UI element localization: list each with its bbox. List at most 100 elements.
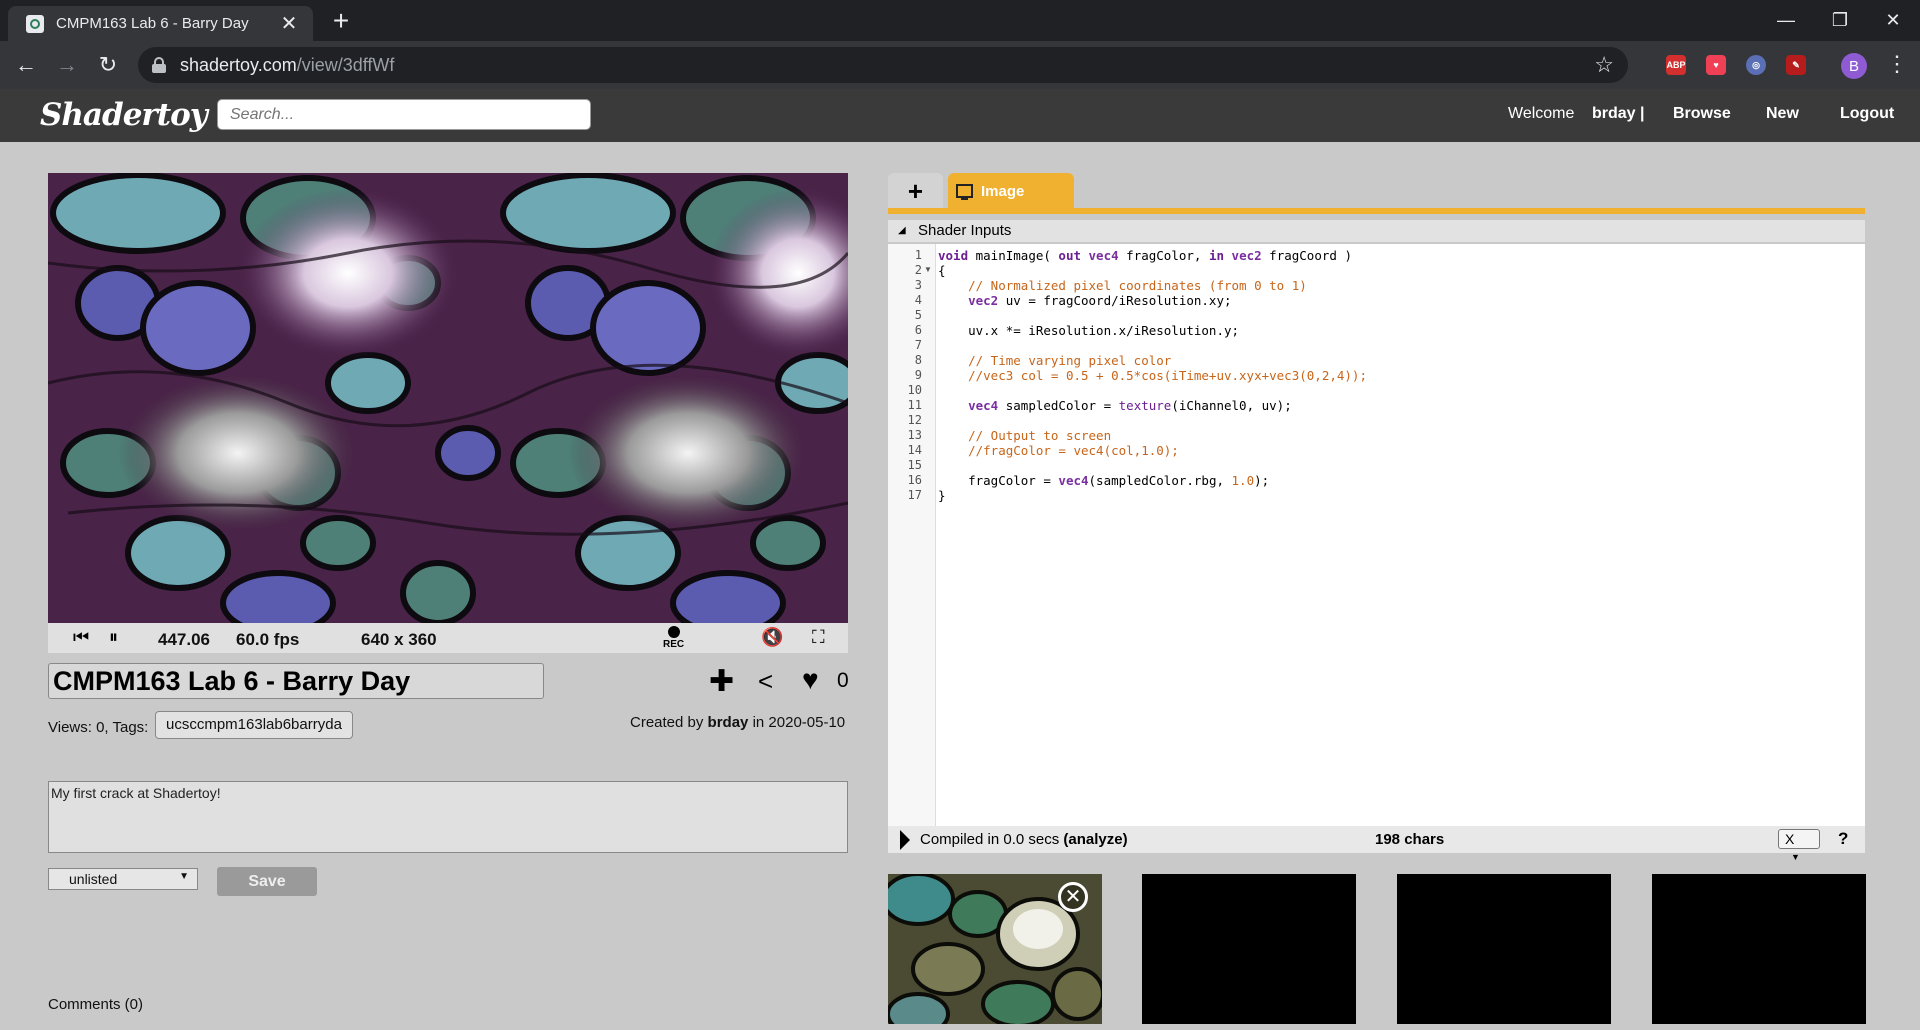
restore-icon[interactable]: ❐: [1813, 0, 1867, 41]
url-host: shadertoy.com: [180, 54, 297, 75]
add-tab-button[interactable]: +: [888, 173, 943, 209]
line-number: 11: [907, 398, 922, 412]
forward-icon[interactable]: →: [51, 49, 83, 81]
line-number: 15: [907, 458, 922, 472]
line-number: 13: [907, 428, 922, 442]
player-controls: ⏮ ⏸ 447.06 60.0 fps 640 x 360 REC 🔇 ⛶: [48, 623, 848, 653]
fullscreen-icon[interactable]: ⛶: [812, 627, 825, 648]
line-number: 14: [907, 443, 922, 457]
shader-title-input[interactable]: CMPM163 Lab 6 - Barry Day: [48, 663, 544, 699]
line-number: 1: [914, 248, 922, 262]
record-icon[interactable]: [668, 626, 680, 638]
pause-icon[interactable]: ⏸: [109, 627, 118, 648]
main-content: ⏮ ⏸ 447.06 60.0 fps 640 x 360 REC 🔇 ⛶ CM…: [0, 142, 1920, 1030]
pocket-icon[interactable]: ♥: [1706, 55, 1726, 75]
shader-inputs-toggle[interactable]: ◢ Shader Inputs: [888, 220, 1865, 242]
line-number: 6: [914, 323, 922, 337]
shadertoy-logo[interactable]: Shadertoy: [40, 97, 208, 133]
created-date: in 2020-05-10: [752, 714, 846, 731]
pdf-icon[interactable]: ✎: [1786, 55, 1806, 75]
line-number: 10: [907, 383, 922, 397]
line-number: 3: [914, 278, 922, 292]
line-number: 7: [914, 338, 922, 352]
site-header: Shadertoy Welcome brday | Browse New Log…: [0, 89, 1920, 142]
tab-image-label: Image: [981, 182, 1025, 200]
volume-icon[interactable]: 🔇: [761, 627, 783, 648]
new-link[interactable]: New: [1766, 105, 1799, 123]
bookmark-star-icon[interactable]: ☆: [1594, 52, 1614, 78]
browser-tab[interactable]: CMPM163 Lab 6 - Barry Day ✕: [8, 6, 313, 41]
new-tab-icon[interactable]: +: [326, 5, 356, 37]
compile-play-icon[interactable]: [900, 830, 910, 850]
channel-slot-0[interactable]: ✕: [888, 874, 1102, 1024]
line-number: 5: [914, 308, 922, 322]
chevron-down-icon: ▼: [1791, 852, 1800, 862]
browse-link[interactable]: Browse: [1673, 105, 1731, 123]
time-readout: 447.06: [158, 630, 210, 649]
add-to-playlist-icon[interactable]: ✚: [709, 664, 734, 699]
comments-label: Comments (0): [48, 996, 144, 1013]
char-count: 198 chars: [1375, 831, 1445, 848]
fps-readout: 60.0 fps: [236, 630, 300, 649]
browser-tabstrip: CMPM163 Lab 6 - Barry Day ✕ + — ❐ ✕: [0, 0, 1920, 41]
editor-options-value: X: [1785, 831, 1795, 847]
line-number: 16: [907, 473, 922, 487]
like-count: 0: [837, 669, 849, 692]
monitor-icon: [956, 184, 973, 200]
tab-image[interactable]: Image: [948, 173, 1074, 209]
shader-render-image: [48, 173, 848, 623]
lock-icon: [152, 57, 166, 73]
views-label: Views: 0, Tags:: [48, 719, 149, 736]
url-text[interactable]: shadertoy.com/view/3dffWf: [180, 55, 394, 76]
save-button[interactable]: Save: [217, 867, 317, 896]
compile-time: Compiled in 0.0 secs: [920, 831, 1060, 848]
created-user-link[interactable]: brday: [708, 714, 749, 731]
description-textarea[interactable]: My first crack at Shadertoy!: [48, 781, 848, 853]
remove-channel-icon[interactable]: ✕: [1058, 882, 1088, 912]
browser-menu-icon[interactable]: ⋮: [1886, 51, 1908, 77]
code-editor[interactable]: 1 2 3 4 5 6 7 8 9 10 11 12 13 14 15 16 1…: [888, 244, 1865, 826]
channel-slot-1[interactable]: [1142, 874, 1356, 1024]
tab-title: CMPM163 Lab 6 - Barry Day: [56, 15, 249, 32]
editor-tabs: + Image: [888, 173, 1866, 212]
user-link[interactable]: brday |: [1592, 105, 1645, 123]
logout-link[interactable]: Logout: [1840, 105, 1894, 123]
minimize-icon[interactable]: —: [1759, 0, 1813, 41]
channel-slot-2[interactable]: [1397, 874, 1611, 1024]
close-tab-icon[interactable]: ✕: [277, 11, 301, 36]
shader-canvas[interactable]: [48, 173, 848, 623]
url-path: /view/3dffWf: [296, 54, 395, 75]
line-number: 17: [907, 488, 922, 502]
address-bar: ← → ↻ shadertoy.com/view/3dffWf ☆ ABP ♥ …: [0, 41, 1920, 89]
shadertoy-favicon-icon: [26, 14, 44, 33]
line-number: 4: [914, 293, 922, 307]
rewind-icon[interactable]: ⏮: [73, 627, 89, 648]
compile-status: Compiled in 0.0 secs (analyze): [920, 831, 1128, 848]
extension-icon[interactable]: ◎: [1746, 55, 1766, 75]
channel-slot-3[interactable]: [1652, 874, 1866, 1024]
share-icon[interactable]: <: [758, 666, 773, 697]
adblock-icon[interactable]: ABP: [1666, 55, 1686, 75]
profile-avatar[interactable]: B: [1841, 53, 1867, 79]
like-heart-icon[interactable]: ♥: [802, 664, 819, 696]
created-info: Created by brday in 2020-05-10: [630, 714, 845, 731]
editor-options-select[interactable]: X ▼: [1778, 829, 1820, 862]
omnibox[interactable]: shadertoy.com/view/3dffWf ☆: [138, 47, 1628, 83]
tag-input[interactable]: ucsccmpm163lab6barryda: [155, 711, 353, 739]
help-icon[interactable]: ?: [1838, 829, 1848, 849]
visibility-select[interactable]: unlisted ▼: [48, 868, 198, 890]
line-number: 9: [914, 368, 922, 382]
line-number: 8: [914, 353, 922, 367]
reload-icon[interactable]: ↻: [92, 49, 124, 81]
editor-statusbar: Compiled in 0.0 secs (analyze) 198 chars…: [888, 826, 1865, 862]
visibility-value: unlisted: [69, 871, 118, 887]
analyze-link[interactable]: (analyze): [1063, 831, 1127, 848]
chevron-down-icon: ▼: [179, 871, 189, 882]
code-text[interactable]: void mainImage( out vec4 fragColor, in v…: [938, 248, 1367, 503]
search-input[interactable]: [217, 99, 591, 130]
back-icon[interactable]: ←: [10, 49, 42, 81]
line-number-gutter: 1 2 3 4 5 6 7 8 9 10 11 12 13 14 15 16 1…: [888, 244, 936, 826]
fold-arrow-icon[interactable]: ▼: [924, 265, 932, 274]
close-window-icon[interactable]: ✕: [1866, 0, 1920, 41]
collapse-triangle-icon: ◢: [898, 225, 906, 236]
